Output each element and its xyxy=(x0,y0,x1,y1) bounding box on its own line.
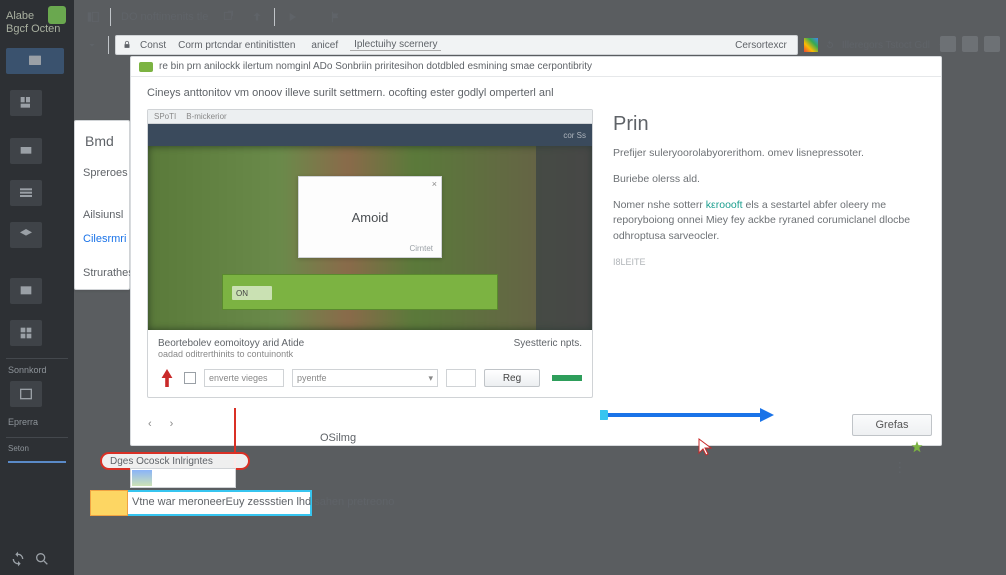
pager: ‹ › xyxy=(148,418,173,430)
preview-card: SPoTIB-mickerior cor Ss × Amoid Cirntet … xyxy=(147,109,593,398)
right-p3: Nomer nshe sotterr kεroooft els a sestar… xyxy=(613,198,925,245)
thumb-dialog: × Amoid Cirntet xyxy=(298,176,442,258)
cursor-icon xyxy=(698,438,712,456)
side-panel-head: Bmd xyxy=(75,125,129,161)
brand-icon xyxy=(48,6,66,24)
address-bar: Const Corm prtcndar entinitistten anicef… xyxy=(82,34,946,56)
sys-icon-3[interactable] xyxy=(984,36,1000,52)
side-label-3: Seton xyxy=(8,444,74,453)
side-layers[interactable] xyxy=(10,222,42,248)
app-sidebar: AlabeBgcf Octen Sonnkord Eprerra Seton xyxy=(0,0,74,575)
chevron-down-icon[interactable] xyxy=(82,35,102,55)
breadcrumb[interactable]: Cersortexcr xyxy=(731,40,791,51)
side-home[interactable] xyxy=(6,48,64,74)
right-column: Prin Prefijer suleryoorolabyorerithom. o… xyxy=(613,109,925,398)
refresh-icon[interactable] xyxy=(824,39,836,51)
lock-icon xyxy=(122,40,132,50)
primary-button[interactable]: Grefas xyxy=(852,414,932,436)
side-label-2: Eprerra xyxy=(8,417,74,427)
color-square-icon[interactable] xyxy=(804,38,818,52)
center-label: OSilmg xyxy=(320,432,356,444)
toolbar-title: DO noftimenits tle xyxy=(117,11,212,23)
sync-icon[interactable] xyxy=(10,551,26,567)
thumb-badge: ON xyxy=(232,286,272,300)
titlebar-icons xyxy=(940,36,1000,52)
star-icon[interactable] xyxy=(910,440,924,454)
side-files[interactable] xyxy=(10,90,42,116)
thumb-icon xyxy=(132,470,152,486)
up-arrow-icon[interactable] xyxy=(246,6,268,28)
play-icon[interactable] xyxy=(281,6,303,28)
pager-prev[interactable]: ‹ xyxy=(148,418,152,430)
side-list[interactable] xyxy=(10,180,42,206)
option-label: enverte vieges xyxy=(204,369,284,387)
thumbnail: cor Ss × Amoid Cirntet ON xyxy=(148,124,592,330)
panel-item-1[interactable]: Ailsiunsl xyxy=(75,203,129,227)
panel-toggle-icon[interactable] xyxy=(82,6,104,28)
close-icon[interactable]: × xyxy=(432,179,437,189)
number-input[interactable] xyxy=(446,369,476,387)
status-dot-icon xyxy=(139,62,153,72)
flag-icon[interactable] xyxy=(325,6,347,28)
side-label-1: Sonnkord xyxy=(8,365,74,375)
pager-next[interactable]: › xyxy=(170,418,174,430)
pop-out-icon[interactable] xyxy=(218,6,240,28)
sys-icon-2[interactable] xyxy=(962,36,978,52)
highlight-text: Vtne war meroneerEuy zessstien lhd sahen… xyxy=(132,496,394,508)
inline-link[interactable]: kεroooft xyxy=(706,199,743,211)
dropdown[interactable]: pyentfe▾ xyxy=(292,369,438,387)
card-foot-right: Syestteric npts. xyxy=(514,338,582,359)
thumb-titlebar: cor Ss xyxy=(148,124,592,146)
address-field[interactable]: Const Corm prtcndar entinitistten anicef… xyxy=(115,35,798,55)
card-head: SPoTIB-mickerior xyxy=(148,110,592,124)
blue-right-arrow-icon xyxy=(600,408,774,422)
side-schedule[interactable] xyxy=(10,381,42,407)
info-bar: re bin prn anilockk ilertum nomginl ADo … xyxy=(131,57,941,77)
card-foot-title: Beortebolev eomoitoyy arid Atide xyxy=(158,338,304,349)
card-foot-sub: oadad oditrerthinits to contuinontk xyxy=(158,349,304,359)
highlight-strip xyxy=(90,490,128,516)
intro-text: Cineys anttonitov vm onoov illeve surilt… xyxy=(131,77,941,109)
kebab-menu-icon[interactable]: ⋯ xyxy=(892,461,909,473)
sys-icon-1[interactable] xyxy=(940,36,956,52)
panel-item-0[interactable]: Spreroes xyxy=(75,161,129,185)
side-panel: Bmd Spreroes Ailsiunsl Cilesrmri Strurat… xyxy=(74,120,130,290)
checkbox[interactable] xyxy=(184,372,196,384)
main-panel: re bin prn anilockk ilertum nomginl ADo … xyxy=(130,56,942,446)
right-title: Prin xyxy=(613,113,925,136)
highlight-dropdown[interactable] xyxy=(130,468,236,488)
side-float[interactable] xyxy=(10,138,42,164)
reg-button[interactable]: Reg xyxy=(484,369,540,387)
panel-item-3[interactable]: Strurathes xyxy=(75,261,129,285)
search-icon[interactable] xyxy=(34,551,50,567)
panel-item-2[interactable]: Cilesrmri xyxy=(75,227,129,251)
red-up-arrow-icon xyxy=(158,367,176,389)
side-media[interactable] xyxy=(10,278,42,304)
right-p1: Prefijer suleryoorolabyorerithom. omev l… xyxy=(613,146,925,162)
right-small: I8LEITE xyxy=(613,257,925,267)
right-p2: Buriebe olerss ald. xyxy=(613,172,925,188)
green-indicator xyxy=(552,375,582,381)
address-right: Illeregors Tstoct Gdl xyxy=(804,38,946,52)
toolbar: DO noftimenits tle xyxy=(82,4,347,30)
side-grid[interactable] xyxy=(10,320,42,346)
